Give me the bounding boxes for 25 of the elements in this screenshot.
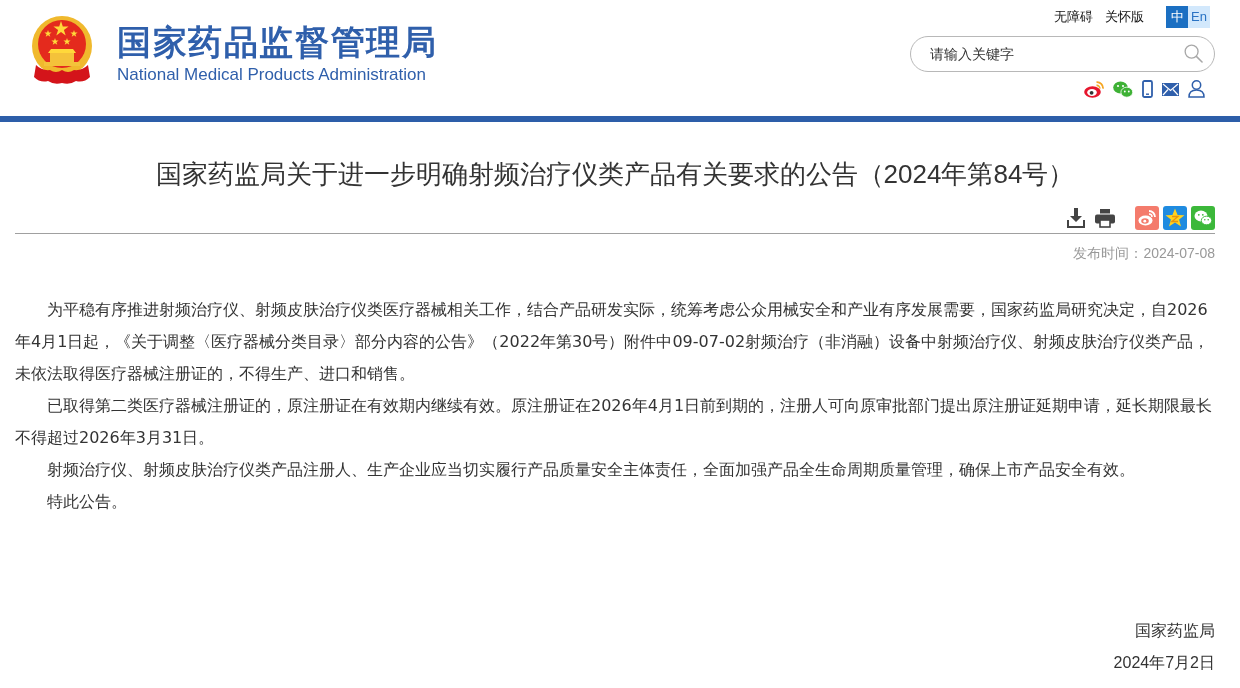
article-title: 国家药监局关于进一步明确射频治疗仪类产品有关要求的公告（2024年第84号） — [154, 158, 1076, 191]
eye-waves-icon[interactable] — [1084, 80, 1104, 98]
chat-bubbles-tile-icon[interactable] — [1191, 206, 1215, 230]
site-subtitle: National Medical Products Administration — [117, 64, 427, 86]
download-icon[interactable] — [1067, 208, 1085, 228]
body-paragraph: 为平稳有序推进射频治疗仪、射频皮肤治疗仪类医疗器械相关工作，结合产品研发实际，统筹考虑公众用械安全和产业有序发展需要，国家药监局研究决定，自2026年4月1日起，《关于调整〈医疗器械分类目录〉部分内容的公告》（2022年第30号）附件中09-07-02射频治疗（非消融）设备中射频治疗仪、射频皮肤治疗仪类产品，未依法取得医疗器械注册证的，不得生产、进口和销售。 — [15, 299, 1211, 385]
envelope-icon[interactable] — [1162, 82, 1179, 96]
language-tab[interactable]: 中 — [1166, 6, 1188, 28]
body-paragraph: 特此公告。 — [46, 491, 128, 513]
publish-date: 发布时间：2024-07-08 — [1072, 244, 1215, 263]
language-tab[interactable]: En — [1188, 6, 1210, 28]
search-field[interactable]: 请输入关键字 — [910, 36, 1215, 72]
chat-bubbles-icon[interactable] — [1113, 80, 1133, 98]
header-link[interactable]: 关怀版 — [1105, 6, 1144, 28]
header-link[interactable]: 无障碍 — [1054, 6, 1093, 28]
user-icon[interactable] — [1188, 80, 1205, 98]
site-title: 国家药品监督管理局 — [117, 22, 438, 63]
printer-icon[interactable] — [1095, 208, 1115, 228]
body-paragraph: 已取得第二类医疗器械注册证的，原注册证在有效期内继续有效。原注册证在2026年4月1日前到期的，注册人可向原审批部门提出原注册证延期申请，延长期限最长不得超过2026年3月31日。 — [15, 395, 1214, 449]
body-paragraph: 射频治疗仪、射频皮肤治疗仪类产品注册人、生产企业应当切实履行产品质量安全主体责任，全面加强产品全生命周期质量管理，确保上市产品安全有效。 — [46, 459, 1136, 481]
star-tile-icon[interactable] — [1163, 206, 1187, 230]
phone-icon[interactable] — [1142, 80, 1153, 98]
signature-date: 2024年7月2日 — [1112, 653, 1215, 673]
eye-waves-tile-icon[interactable] — [1135, 206, 1159, 230]
signature: 国家药监局 — [1134, 621, 1215, 641]
